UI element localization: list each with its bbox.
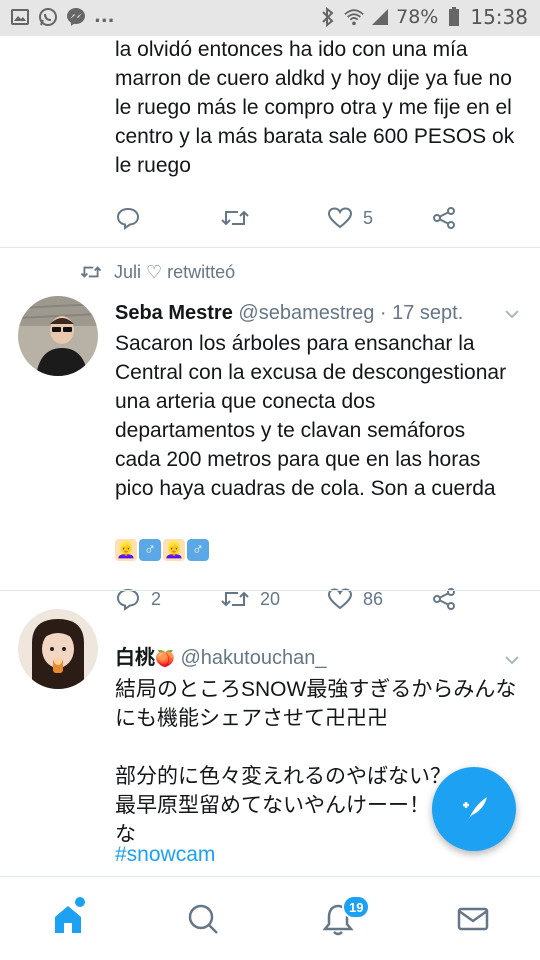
more-notifications-indicator: ... [94, 6, 115, 27]
author-name[interactable]: Seba Mestre [115, 302, 233, 324]
retweet-icon [221, 210, 249, 226]
nav-home[interactable] [0, 877, 135, 960]
tweet-2-text: Sacaron los árboles para ensanchar la Ce… [115, 332, 507, 500]
tweet-3-header: 白桃🍑 @hakutouchan_ [115, 643, 495, 673]
tweet-2[interactable]: Juli ♡ retwitteó Seba Mestre @sebamestre… [0, 248, 540, 611]
blond-woman-emoji: 👱‍♀️ [115, 539, 137, 561]
profile-photo [18, 609, 98, 689]
chevron-down-icon[interactable] [502, 304, 522, 324]
signal-icon [370, 7, 390, 27]
envelope-icon [457, 907, 488, 931]
clock: 15:38 [470, 5, 528, 29]
avatar[interactable] [18, 609, 98, 689]
like-count: 5 [363, 207, 374, 228]
tweet-1-actions: 5 [115, 198, 495, 238]
gallery-notification-icon [10, 7, 30, 27]
wifi-icon [344, 7, 364, 27]
battery-percent: 78% [396, 6, 439, 28]
male-sign-emoji: ♂ [139, 539, 161, 561]
retweet-button[interactable] [220, 198, 260, 238]
timeline-feed[interactable]: la olvidó entonces ha ido con una mía ma… [0, 36, 540, 876]
nav-messages[interactable] [405, 877, 540, 960]
author-handle[interactable]: @hakutouchan_ [180, 647, 326, 669]
emoji-row: 👱‍♀️ ♂ 👱‍♀️ ♂ [115, 539, 209, 561]
peach-emoji: 🍑 [155, 651, 175, 668]
heart-icon [327, 207, 353, 229]
bluetooth-icon [318, 7, 338, 27]
retweet-small-icon [80, 266, 102, 278]
male-sign-emoji: ♂ [187, 539, 209, 561]
messenger-notification-icon [66, 7, 86, 27]
battery-icon [444, 7, 464, 27]
retweeted-by-line: Juli ♡ retwitteó [80, 259, 235, 285]
share-button[interactable] [431, 198, 457, 238]
compose-tweet-button[interactable] [432, 767, 516, 851]
chevron-down-icon[interactable] [502, 650, 522, 670]
like-button[interactable]: 5 [327, 198, 373, 238]
share-icon [433, 207, 455, 229]
author-handle[interactable]: @sebamestreg [238, 302, 374, 324]
meta-separator: · [379, 302, 387, 324]
reply-icon [116, 207, 140, 230]
tweet-date[interactable]: 17 sept. [392, 302, 463, 324]
tweet-2-header: Seba Mestre @sebamestreg · 17 sept. [115, 298, 495, 328]
new-content-dot [75, 897, 85, 907]
nav-search[interactable] [135, 877, 270, 960]
bottom-navigation: 19 [0, 876, 540, 960]
tweet-1[interactable]: la olvidó entonces ha ido con una mía ma… [0, 36, 540, 248]
blond-woman-emoji: 👱‍♀️ [163, 539, 185, 561]
avatar[interactable] [18, 296, 98, 376]
whatsapp-notification-icon [38, 7, 58, 27]
profile-photo [18, 296, 98, 376]
reply-button[interactable] [115, 198, 151, 238]
author-name[interactable]: 白桃 [115, 647, 155, 669]
status-bar: ... 78% 15:38 [0, 0, 540, 36]
notifications-badge: 19 [342, 895, 371, 919]
home-icon [54, 906, 81, 933]
nav-notifications[interactable]: 19 [270, 877, 405, 960]
retweeted-by-text[interactable]: Juli ♡ retwitteó [114, 262, 235, 283]
compose-feather-icon [463, 797, 487, 821]
search-icon [188, 904, 218, 934]
tweet-1-text: la olvidó entonces ha ido con una mía ma… [115, 38, 515, 177]
